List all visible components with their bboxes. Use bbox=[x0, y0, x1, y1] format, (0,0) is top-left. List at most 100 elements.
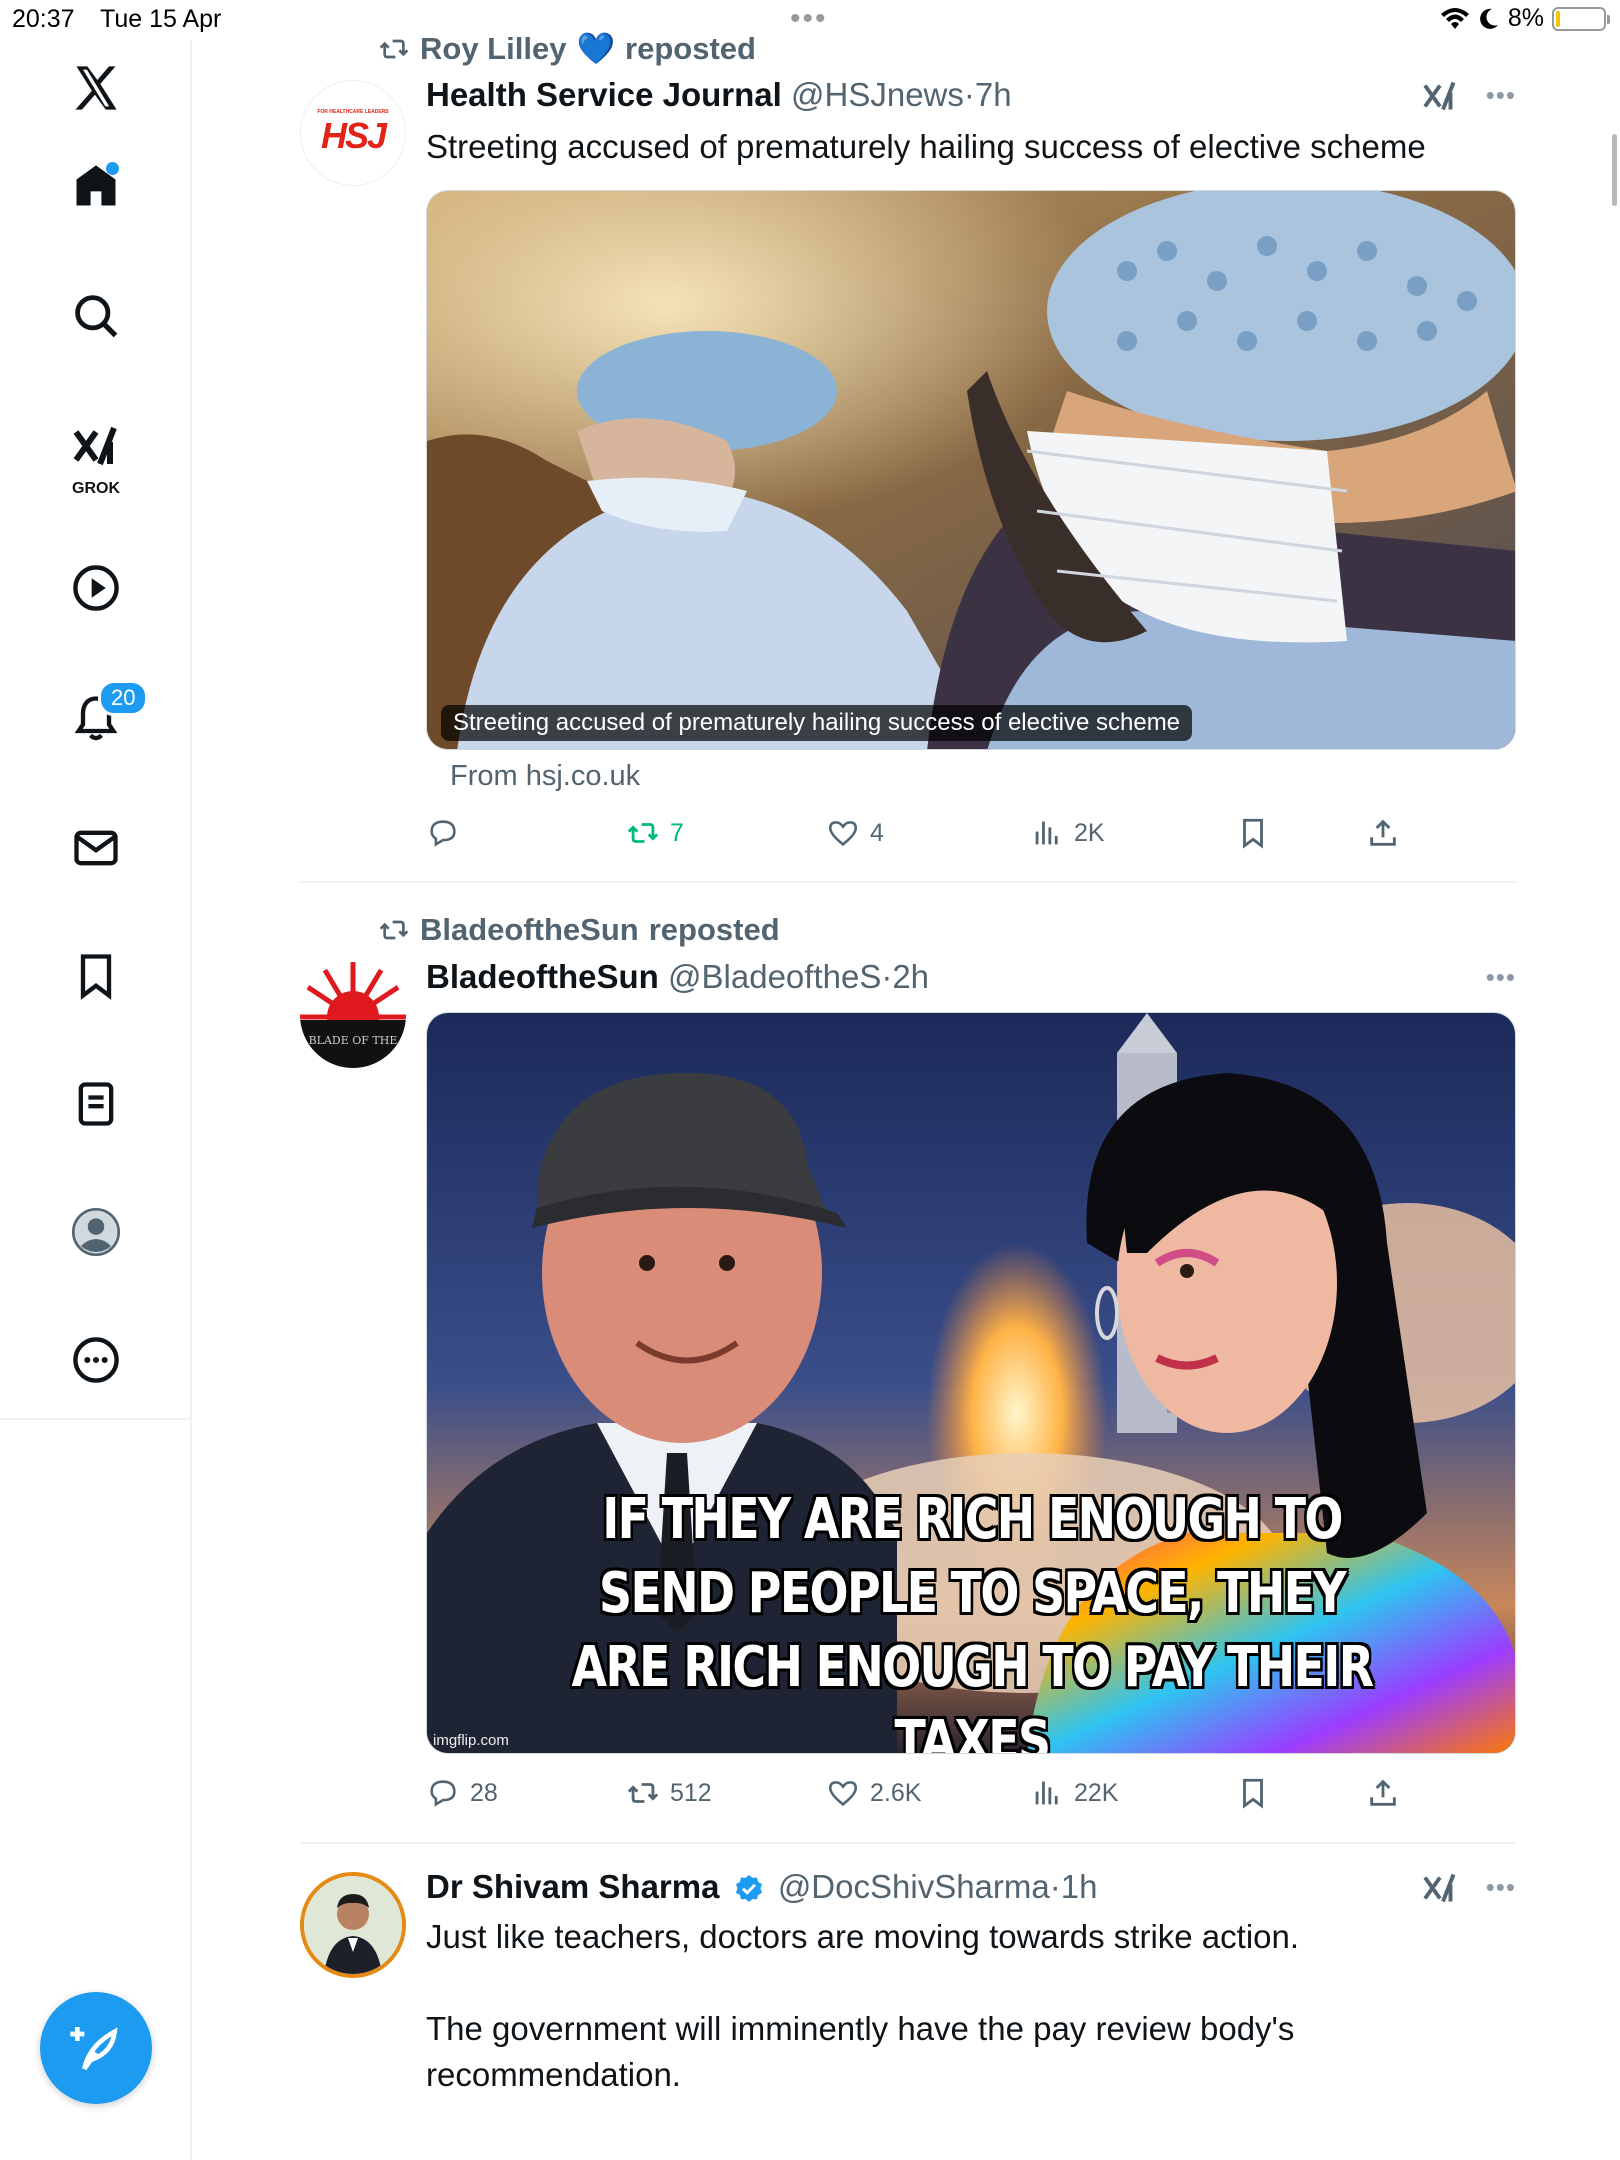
grok-icon bbox=[73, 426, 117, 466]
status-time: 20:37 bbox=[12, 5, 75, 33]
list-icon bbox=[78, 1082, 114, 1126]
grok-explain-icon[interactable] bbox=[1422, 1870, 1458, 1911]
meme-caption-line-3: ARE RICH ENOUGH TO PAY THEIR TAXES bbox=[571, 1635, 1375, 1754]
x-logo-icon[interactable] bbox=[0, 62, 192, 114]
repost-button[interactable]: 7 bbox=[626, 816, 684, 850]
heart-emoji: 💙 bbox=[576, 31, 616, 66]
like-count: 4 bbox=[870, 818, 884, 847]
view-count: 2K bbox=[1074, 818, 1105, 847]
reply-count: 28 bbox=[470, 1778, 498, 1807]
sidebar-item-profile[interactable] bbox=[0, 1206, 192, 1258]
repost-button[interactable]: 512 bbox=[626, 1776, 712, 1810]
views-chart-icon bbox=[1035, 821, 1058, 845]
views-chart-icon bbox=[1035, 1781, 1058, 1805]
post-divider bbox=[300, 1842, 1516, 1844]
sidebar-item-lists[interactable] bbox=[0, 1078, 192, 1130]
like-button[interactable]: 2.6K bbox=[826, 1776, 921, 1810]
grok-explain-icon[interactable] bbox=[1422, 78, 1458, 119]
bookmark-icon bbox=[1243, 818, 1263, 849]
bookmark-button[interactable] bbox=[1236, 816, 1270, 850]
post-divider bbox=[300, 881, 1516, 883]
post-actions: 28 512 2.6K 22K bbox=[426, 1776, 1516, 1816]
status-icons: 8% bbox=[1440, 4, 1610, 33]
repost-icon bbox=[379, 39, 409, 58]
link-card-image[interactable]: Streeting accused of prematurely hailing… bbox=[426, 190, 1516, 750]
repost-icon bbox=[379, 920, 409, 940]
reply-button[interactable] bbox=[426, 816, 470, 850]
sidebar-item-home[interactable] bbox=[0, 160, 192, 212]
status-date: Tue 15 Apr bbox=[100, 5, 222, 33]
bookmark-icon bbox=[1243, 1778, 1263, 1809]
author-handle[interactable]: @DocShivSharma bbox=[778, 1868, 1050, 1905]
reposter-name[interactable]: BladeoftheSun bbox=[420, 912, 639, 948]
post-header: BladeoftheSun @BladeoftheS·2h bbox=[426, 958, 930, 995]
unread-dot bbox=[106, 162, 119, 175]
more-options-icon[interactable]: ••• bbox=[1486, 962, 1516, 993]
sidebar-item-messages[interactable] bbox=[0, 822, 192, 874]
bookmark-icon bbox=[80, 954, 112, 1000]
sidebar-item-videos[interactable] bbox=[0, 562, 192, 614]
watermark: imgflip.com bbox=[433, 1732, 509, 1749]
multitasking-dots-icon[interactable]: ••• bbox=[790, 2, 828, 36]
heart-icon bbox=[828, 1781, 858, 1806]
post-time: 1h bbox=[1060, 1868, 1098, 1905]
sidebar-item-notifications[interactable]: 20 bbox=[0, 680, 192, 744]
compose-button[interactable] bbox=[40, 1992, 152, 2104]
reposter-name[interactable]: Roy Lilley bbox=[420, 31, 566, 67]
like-count: 2.6K bbox=[870, 1778, 922, 1807]
reply-icon bbox=[430, 1780, 456, 1807]
verified-badge-icon bbox=[735, 1875, 762, 1903]
reply-button[interactable]: 28 bbox=[426, 1776, 498, 1810]
sidebar-item-search[interactable] bbox=[0, 290, 192, 342]
post-image-meme[interactable]: IF THEY ARE RICH ENOUGH TO SEND PEOPLE T… bbox=[426, 1012, 1516, 1754]
avatar-logo-text: HSJ bbox=[320, 115, 387, 156]
repost-count: 7 bbox=[670, 818, 684, 847]
post-actions: 7 4 2K bbox=[426, 816, 1516, 856]
share-button[interactable] bbox=[1366, 816, 1400, 850]
post-time: 7h bbox=[974, 76, 1012, 113]
reply-icon bbox=[430, 820, 456, 847]
repost-header: Roy Lilley 💙 reposted bbox=[378, 30, 756, 67]
repost-icon bbox=[627, 823, 659, 843]
more-options-icon[interactable]: ••• bbox=[1486, 80, 1516, 111]
post-header: Health Service Journal @HSJnews·7h bbox=[426, 76, 1012, 113]
post-header: Dr Shivam Sharma @DocShivSharma·1h bbox=[426, 1868, 1098, 1905]
repost-count: 512 bbox=[670, 1778, 712, 1807]
sidebar-item-bookmarks[interactable] bbox=[0, 950, 192, 1002]
post-text: Streeting accused of prematurely hailing… bbox=[426, 128, 1426, 165]
avatar-bladeofthesun[interactable]: BLADE OF THE bbox=[300, 962, 406, 1068]
status-bar: 20:37 Tue 15 Apr ••• 8% bbox=[0, 0, 1620, 40]
like-button[interactable]: 4 bbox=[826, 816, 884, 850]
avatar-docshivsharma[interactable] bbox=[300, 1872, 406, 1978]
meme-caption-line-1: IF THEY ARE RICH ENOUGH TO bbox=[602, 1487, 1343, 1552]
views-button[interactable]: 22K bbox=[1030, 1776, 1118, 1810]
author-handle[interactable]: @BladeoftheS bbox=[668, 958, 881, 995]
bookmark-button[interactable] bbox=[1236, 1776, 1270, 1810]
more-options-icon[interactable]: ••• bbox=[1486, 1872, 1516, 1903]
post-time: 2h bbox=[892, 958, 930, 995]
scrollbar[interactable] bbox=[1612, 134, 1617, 206]
sidebar-item-grok[interactable]: GROK bbox=[0, 422, 192, 497]
avatar-hsj[interactable]: FOR HEALTHCARE LEADERS HSJ bbox=[300, 80, 406, 186]
profile-avatar-icon bbox=[71, 1207, 121, 1257]
author-handle[interactable]: @HSJnews bbox=[791, 76, 964, 113]
battery-percent: 8% bbox=[1507, 4, 1544, 32]
author-name[interactable]: BladeoftheSun bbox=[426, 958, 659, 995]
author-name[interactable]: Dr Shivam Sharma bbox=[426, 1868, 719, 1905]
repost-icon bbox=[627, 1783, 659, 1803]
notification-badge: 20 bbox=[98, 680, 149, 716]
author-name[interactable]: Health Service Journal bbox=[426, 76, 782, 113]
heart-icon bbox=[828, 821, 858, 846]
battery-icon bbox=[1552, 6, 1610, 31]
post-text-paragraph-1: Just like teachers, doctors are moving t… bbox=[426, 1918, 1300, 1955]
more-circle-icon bbox=[73, 1337, 119, 1383]
share-button[interactable] bbox=[1366, 1776, 1400, 1810]
search-icon bbox=[75, 295, 118, 338]
views-button[interactable]: 2K bbox=[1030, 816, 1105, 850]
post-text-paragraph-2: The government will imminently have the … bbox=[426, 2010, 1295, 2093]
sidebar-item-more[interactable] bbox=[0, 1334, 192, 1386]
envelope-icon bbox=[74, 830, 118, 866]
card-source[interactable]: From hsj.co.uk bbox=[450, 760, 640, 793]
sidebar: GROK 20 bbox=[0, 40, 192, 1420]
compose-feather-icon bbox=[70, 2027, 118, 2071]
